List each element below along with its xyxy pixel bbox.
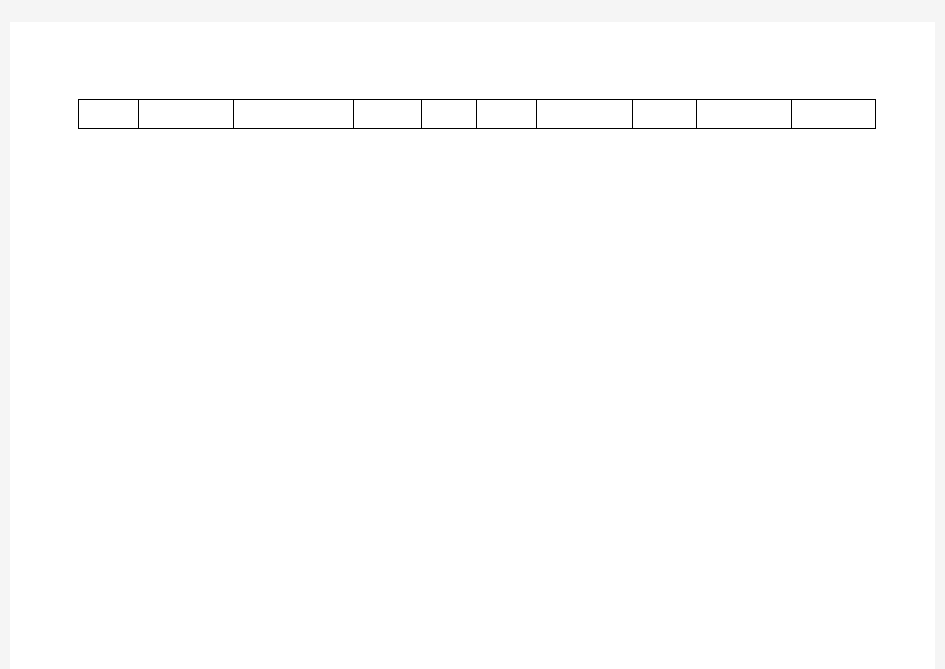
table-cell xyxy=(632,100,696,129)
table-cell xyxy=(696,100,792,129)
table-cell xyxy=(792,100,876,129)
table-cell xyxy=(421,100,477,129)
data-table xyxy=(78,99,876,129)
document-page xyxy=(10,22,935,669)
table-container xyxy=(78,99,876,129)
table-cell xyxy=(353,100,421,129)
table-cell xyxy=(234,100,354,129)
table-cell xyxy=(477,100,537,129)
table-cell xyxy=(138,100,234,129)
table-cell xyxy=(537,100,633,129)
table-row xyxy=(79,100,876,129)
table-cell xyxy=(79,100,139,129)
